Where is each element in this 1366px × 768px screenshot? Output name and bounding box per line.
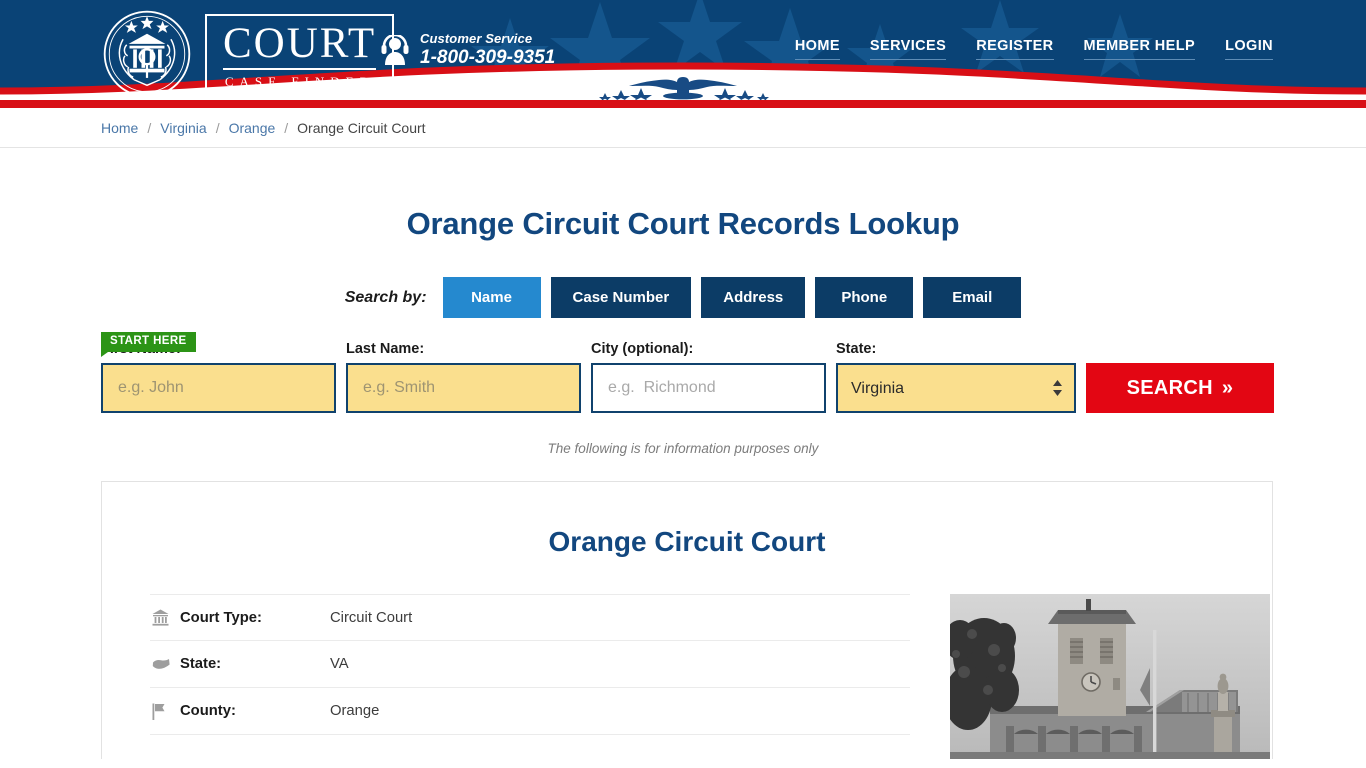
eagle-icon: [583, 71, 783, 101]
court-seal-icon: [101, 8, 193, 100]
page-title: Orange Circuit Court Records Lookup: [93, 206, 1273, 242]
search-by-label: Search by:: [345, 289, 427, 307]
tab-phone[interactable]: Phone: [815, 277, 913, 318]
court-details-table: Court Type: Circuit Court State: VA: [150, 594, 910, 759]
breadcrumb-item-home[interactable]: Home: [101, 120, 138, 136]
header-red-stripe: [0, 100, 1366, 108]
tab-case-number[interactable]: Case Number: [551, 277, 692, 318]
tab-address[interactable]: Address: [701, 277, 805, 318]
nav-item-register[interactable]: REGISTER: [976, 38, 1053, 60]
breadcrumb-bar: Home / Virginia / Orange / Orange Circui…: [0, 108, 1366, 148]
city-input[interactable]: [591, 363, 826, 413]
start-here-badge: START HERE: [101, 332, 196, 352]
logo-line-1: COURT: [223, 22, 376, 70]
tab-name[interactable]: Name: [443, 277, 541, 318]
tab-email[interactable]: Email: [923, 277, 1021, 318]
headset-support-icon: [381, 35, 409, 65]
court-title: Orange Circuit Court: [102, 526, 1272, 558]
breadcrumb: Home / Virginia / Orange / Orange Circui…: [93, 108, 1273, 148]
customer-service-block[interactable]: Customer Service 1-800-309-9351: [381, 32, 555, 68]
search-form: START HERE First Name: Last Name: City (…: [93, 341, 1273, 413]
city-field-group: City (optional):: [591, 341, 826, 413]
disclaimer-text: The following is for information purpose…: [93, 441, 1273, 456]
main-navigation: HOME SERVICES REGISTER MEMBER HELP LOGIN: [795, 38, 1273, 60]
first-name-field-group: First Name:: [101, 341, 336, 413]
breadcrumb-item-current: Orange Circuit Court: [297, 120, 425, 136]
customer-service-label: Customer Service: [420, 32, 555, 46]
state-label: State:: [836, 341, 1076, 357]
bank-icon: [152, 609, 180, 626]
nav-item-member-help[interactable]: MEMBER HELP: [1084, 38, 1196, 60]
breadcrumb-separator: /: [147, 120, 151, 136]
breadcrumb-separator: /: [216, 120, 220, 136]
main-content: Orange Circuit Court Records Lookup Sear…: [93, 206, 1273, 759]
state-label: State:: [180, 656, 330, 672]
nav-item-home[interactable]: HOME: [795, 38, 840, 60]
county-value: Orange: [330, 703, 379, 719]
site-logo[interactable]: COURT CASE FINDER: [101, 8, 394, 100]
last-name-label: Last Name:: [346, 341, 581, 357]
table-row: Court Type: Circuit Court: [150, 594, 910, 641]
state-select[interactable]: Virginia: [836, 363, 1076, 413]
state-value: VA: [330, 656, 349, 672]
breadcrumb-separator: /: [284, 120, 288, 136]
logo-wordmark: COURT CASE FINDER: [205, 14, 394, 95]
court-info-card: Orange Circuit Court: [101, 481, 1273, 759]
city-label: City (optional):: [591, 341, 826, 357]
flag-icon: [152, 703, 180, 720]
search-button[interactable]: SEARCH »: [1086, 363, 1274, 413]
last-name-field-group: Last Name:: [346, 341, 581, 413]
search-button-label: SEARCH: [1127, 377, 1213, 400]
us-map-icon: [152, 658, 180, 671]
courthouse-photo: [950, 594, 1270, 759]
county-label: County:: [180, 703, 330, 719]
nav-item-services[interactable]: SERVICES: [870, 38, 946, 60]
chevron-right-double-icon: »: [1222, 377, 1233, 400]
customer-service-phone[interactable]: 1-800-309-9351: [420, 48, 555, 68]
site-header: COURT CASE FINDER Customer Service 1-800…: [0, 0, 1366, 108]
first-name-input[interactable]: [101, 363, 336, 413]
breadcrumb-item-virginia[interactable]: Virginia: [160, 120, 206, 136]
search-by-tabs: Search by: Name Case Number Address Phon…: [93, 277, 1273, 318]
court-type-value: Circuit Court: [330, 610, 412, 626]
court-type-label: Court Type:: [180, 610, 330, 626]
last-name-input[interactable]: [346, 363, 581, 413]
nav-item-login[interactable]: LOGIN: [1225, 38, 1273, 60]
state-field-group: State: Virginia: [836, 341, 1076, 413]
table-row: State: VA: [150, 641, 910, 688]
table-row: County: Orange: [150, 688, 910, 735]
logo-line-2: CASE FINDER: [223, 70, 376, 88]
breadcrumb-item-orange[interactable]: Orange: [229, 120, 276, 136]
